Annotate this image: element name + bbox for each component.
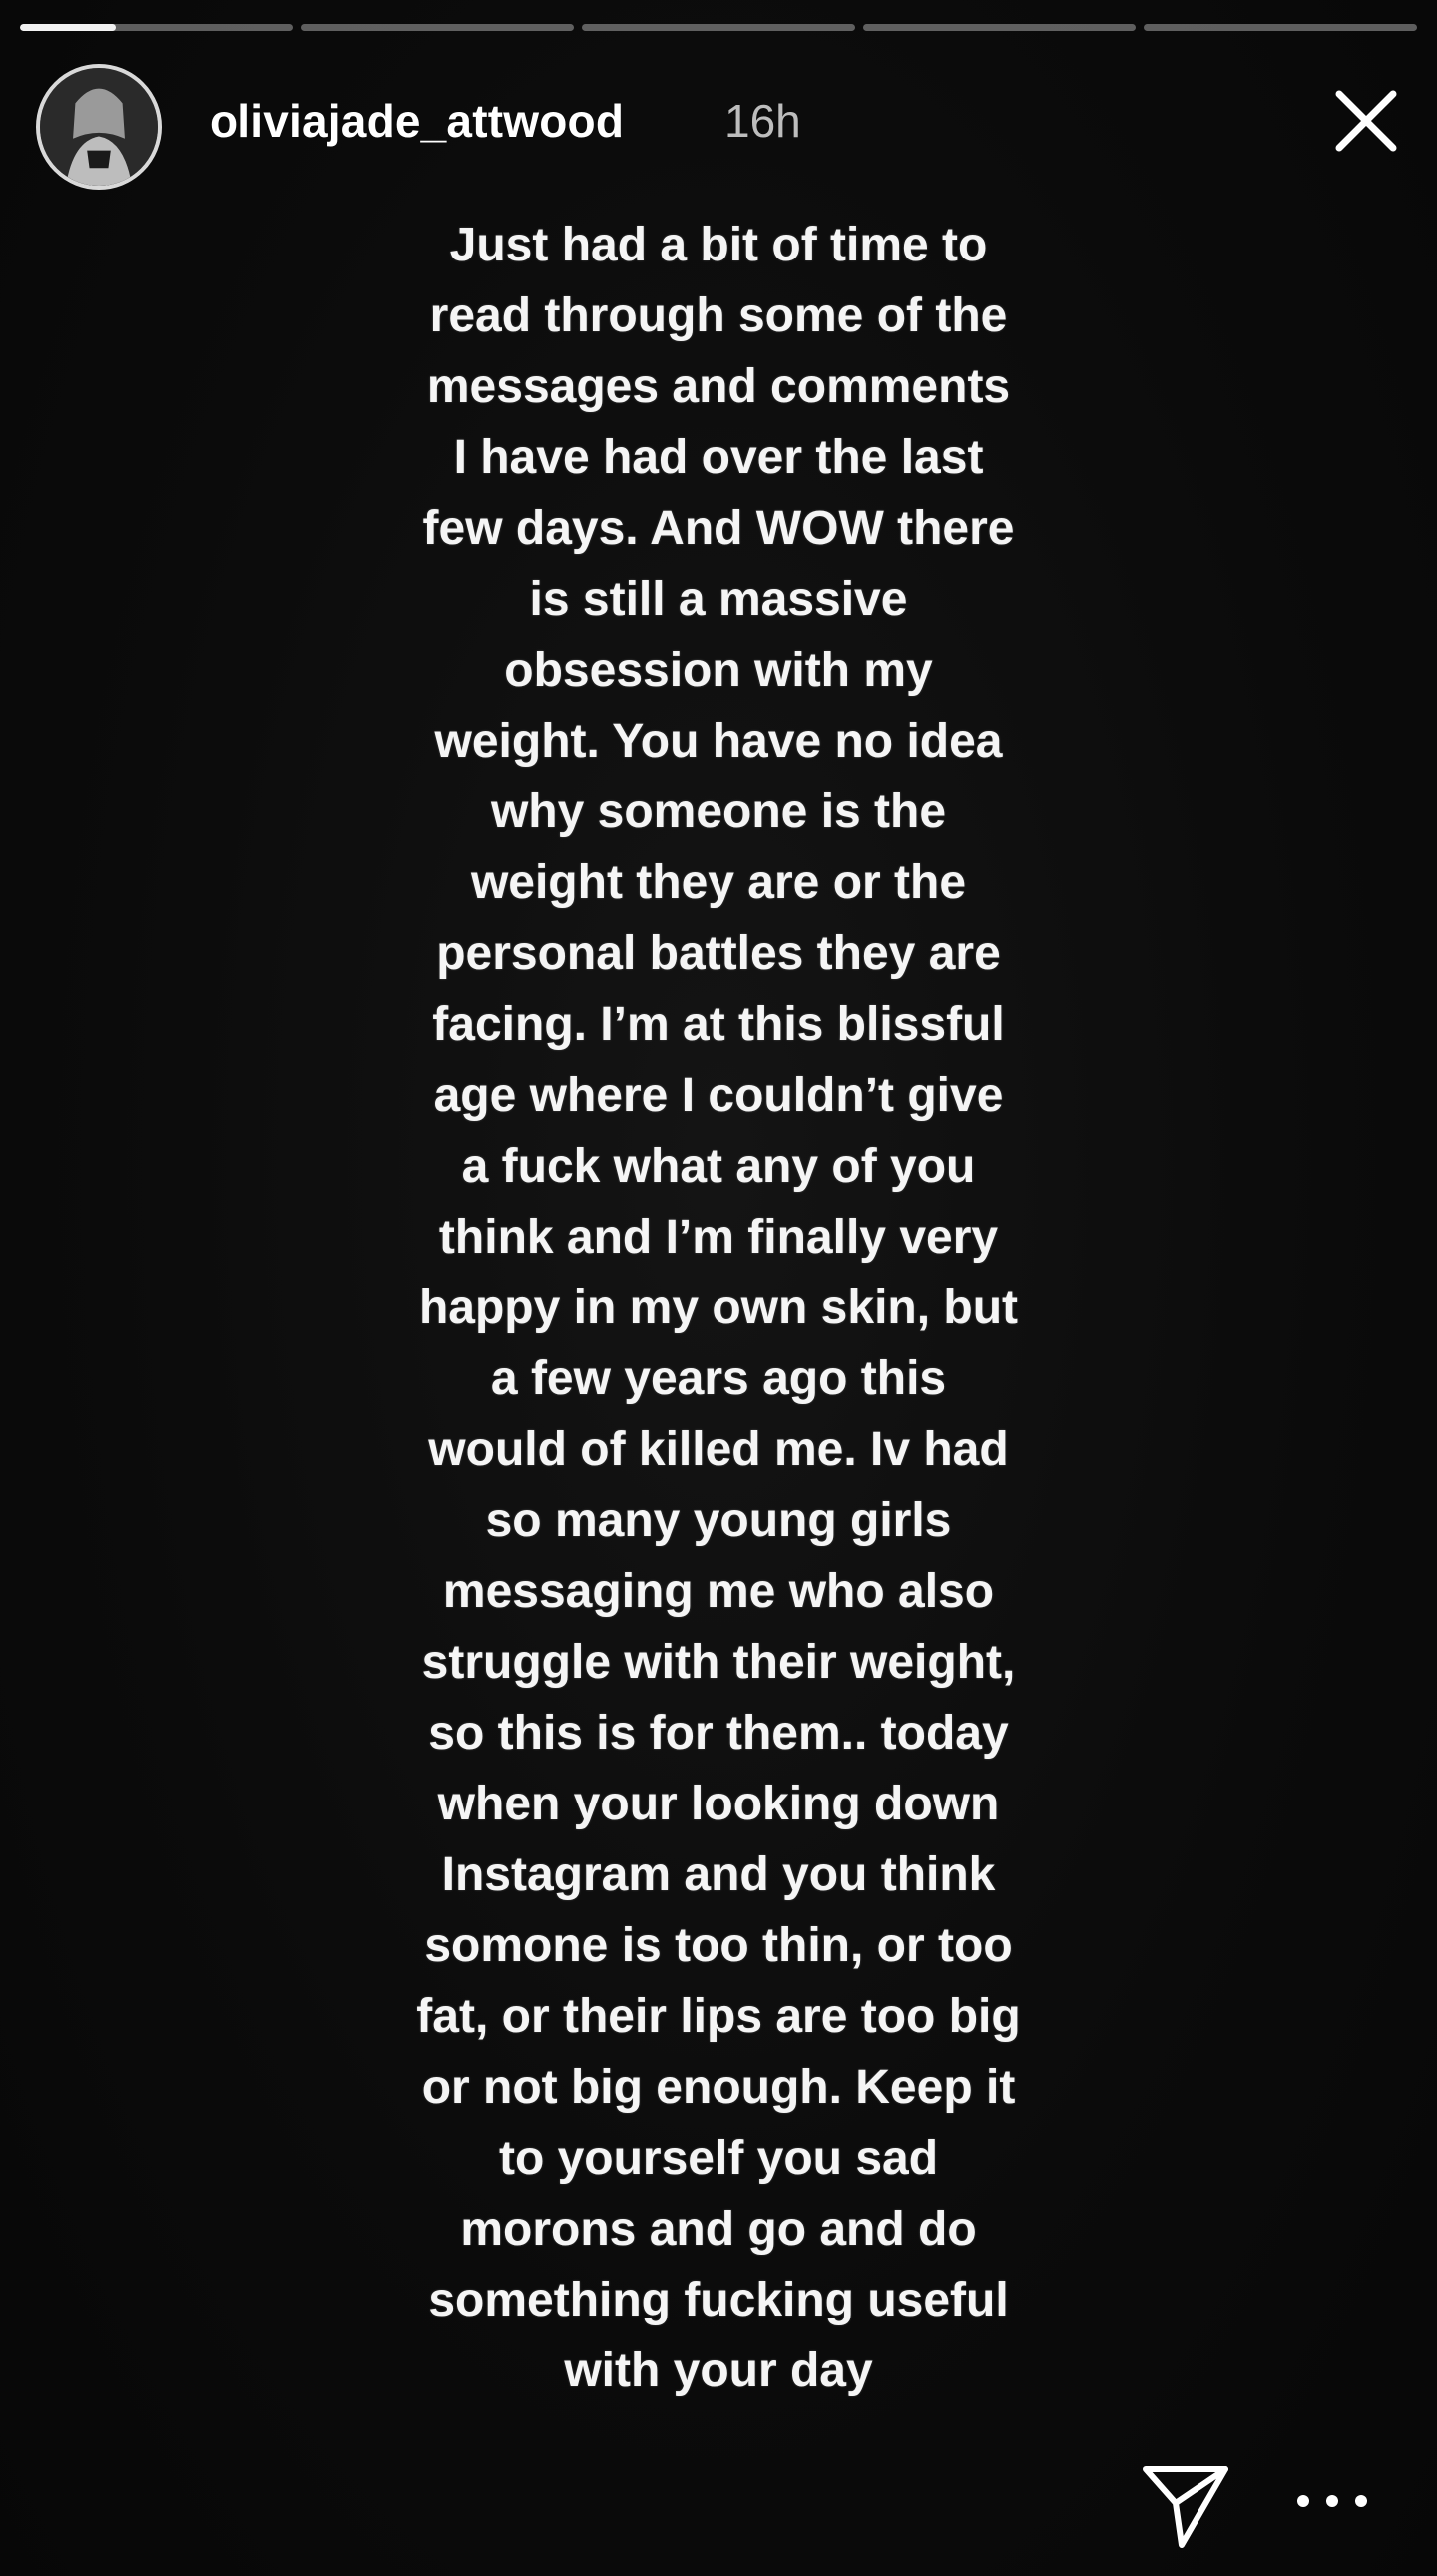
story-text-line: when your looking down [437,1778,1000,1830]
send-icon [1143,2466,1228,2548]
story-text-line: fat, or their lips are too big [416,1990,1021,2043]
story-progress-bar [20,24,1417,31]
story-text-line: why someone is the [490,785,947,838]
story-text-line: personal battles they are [436,927,1001,980]
story-text-line: think and I’m finally very [438,1211,999,1264]
story-text-line: facing. I’m at this blissful [432,998,1005,1051]
story-text-line: so many young girls [485,1494,952,1547]
story-text-line: so this is for them.. today [428,1707,1009,1760]
more-options-icon [1326,2495,1338,2507]
story-text-line: Just had a bit of time to [449,219,988,271]
username[interactable]: oliviajade_attwood [210,94,624,148]
story-text-line: is still a massive [529,573,908,626]
progress-segment [300,24,575,31]
story-text-line: something fucking useful [428,2274,1009,2326]
more-options-icon [1355,2495,1367,2507]
avatar[interactable] [36,64,162,190]
story-caption: Just had a bit of time to read through s… [329,210,1108,2406]
story-text-line: few days. And WOW there [422,502,1015,555]
story-text-line: somone is too thin, or too [424,1919,1013,1972]
progress-segment [582,24,855,31]
story-text-line: obsession with my [504,644,933,697]
progress-segment [20,24,293,31]
share-button[interactable] [1138,2457,1233,2553]
story-text-line: messages and comments [426,360,1011,413]
progress-fill [20,24,116,31]
story-text-line: messaging me who also [442,1565,995,1618]
more-options-button[interactable] [1297,2481,1367,2521]
story-text-line: would of killed me. Iv had [428,1423,1009,1476]
story-text-line: with your day [564,2344,873,2397]
story-text-line: I have had over the last [453,431,984,484]
story-text-line: Instagram and you think [441,1848,996,1901]
avatar-photo [40,68,158,186]
story-text-line: a fuck what any of you [461,1140,976,1193]
story-timestamp: 16h [724,95,801,147]
story-text-line: to yourself you sad [498,2132,939,2185]
story-text-line: morons and go and do [460,2203,977,2256]
story-header: oliviajade_attwood 16h [36,64,1401,190]
progress-segment [862,24,1137,31]
story-text-line: weight they are or the [470,856,967,909]
story-text-line: a few years ago this [490,1352,947,1405]
more-options-icon [1297,2495,1309,2507]
story-text-line: read through some of the [429,289,1008,342]
story-text-line: or not big enough. Keep it [421,2061,1016,2114]
story-text-line: age where I couldn’t give [433,1069,1004,1122]
story-text-line: happy in my own skin, but [418,1282,1019,1334]
story-text-line: struggle with their weight, [421,1636,1016,1689]
story-text-line: weight. You have no idea [434,715,1003,768]
close-button[interactable] [1331,86,1401,156]
close-icon [1335,90,1397,152]
progress-segment [1144,24,1417,31]
